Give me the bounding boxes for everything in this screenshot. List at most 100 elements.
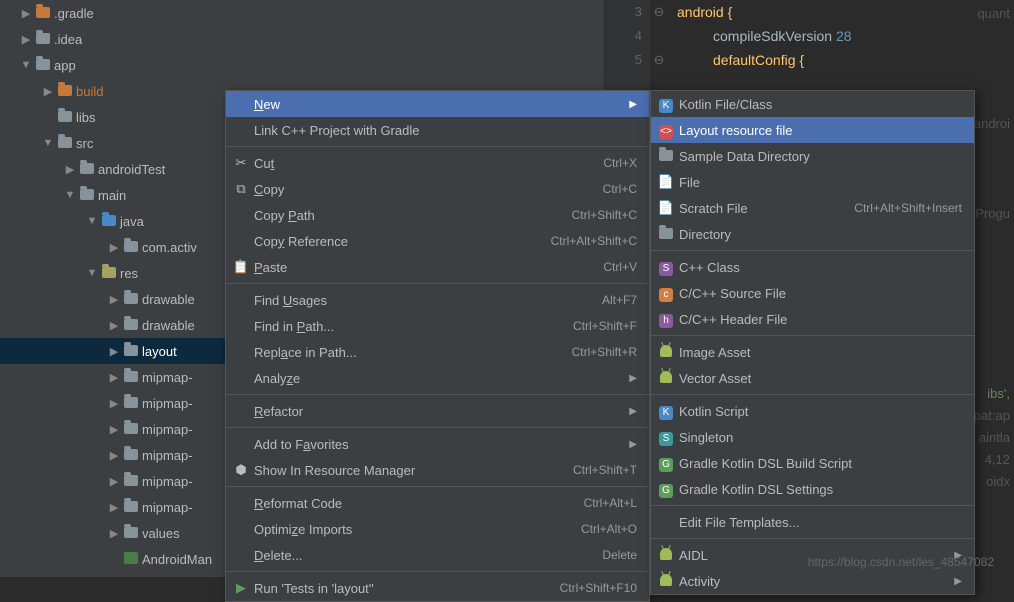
menu-separator [651,505,974,506]
menu-paste[interactable]: 📋PasteCtrl+V [226,254,649,280]
submenu-arrow-icon: ▶ [629,406,637,417]
context-menu[interactable]: New▶ Link C++ Project with Gradle ✂CutCt… [225,90,650,602]
menu-delete[interactable]: Delete...Delete [226,542,649,568]
submenu-file[interactable]: 📄File [651,169,974,195]
tree-label: build [76,84,103,99]
submenu-cpp-header[interactable]: hC/C++ Header File [651,306,974,332]
menu-label: Image Asset [679,345,751,360]
menu-refactor[interactable]: Refactor▶ [226,398,649,424]
tree-item-idea[interactable]: ▶.idea [0,26,604,52]
submenu-directory[interactable]: Directory [651,221,974,247]
menu-optimize-imports[interactable]: Optimize Imports Ctrl+Alt+O [226,516,649,542]
watermark: https://blog.csdn.net/les_48547082 [808,555,994,569]
menu-label: New [254,97,280,112]
tree-item-gradle[interactable]: ▶.gradle [0,0,604,26]
cpp-source-icon: c [657,285,675,302]
menu-copy[interactable]: ⧉CopyCtrl+C [226,176,649,202]
menu-label: Paste [254,260,287,275]
menu-label: Sample Data Directory [679,149,810,164]
submenu-vector-asset[interactable]: Vector Asset [651,365,974,391]
menu-label: Find in Path... [254,319,334,334]
code-ghost: pat:ap [974,408,1010,423]
scratch-icon: 📄 [657,200,675,216]
code-ghost: 4,12 [985,452,1010,467]
tree-item-app[interactable]: ▼app [0,52,604,78]
code-content[interactable]: android { compileSdkVersion 28 defaultCo… [677,0,1014,72]
shortcut: Ctrl+Shift+C [572,208,637,222]
menu-label: Add to Favorites [254,437,349,452]
tree-label: app [54,58,76,73]
menu-separator [226,427,649,428]
shortcut: Ctrl+C [603,182,637,196]
fold-icon[interactable]: ⊖ [650,48,668,72]
menu-show-resource-manager[interactable]: ⬢Show In Resource ManagerCtrl+Shift+T [226,457,649,483]
tree-label: mipmap- [142,422,193,437]
shortcut: Ctrl+Alt+O [581,522,637,536]
new-submenu[interactable]: KKotlin File/Class <>Layout resource fil… [650,90,975,595]
submenu-layout-resource[interactable]: <>Layout resource file [651,117,974,143]
submenu-edit-file-templates[interactable]: Edit File Templates... [651,509,974,535]
tree-label: mipmap- [142,448,193,463]
menu-separator [226,283,649,284]
submenu-activity[interactable]: Activity ▶ [651,568,974,594]
shortcut: Ctrl+Alt+L [584,496,637,510]
menu-label: Activity [679,574,720,589]
menu-reformat-code[interactable]: Reformat CodeCtrl+Alt+L [226,490,649,516]
menu-separator [651,394,974,395]
menu-label: Link C++ Project with Gradle [254,123,419,138]
code-ghost: aintla [979,430,1010,445]
android-icon [657,345,675,360]
menu-separator [226,571,649,572]
fold-icon[interactable]: ⊖ [650,0,668,24]
cut-icon: ✂ [232,155,250,171]
submenu-gradle-build[interactable]: GGradle Kotlin DSL Build Script [651,450,974,476]
submenu-sample-data[interactable]: Sample Data Directory [651,143,974,169]
code-ghost: ibs', [987,386,1010,401]
submenu-cpp-source[interactable]: cC/C++ Source File [651,280,974,306]
menu-cut[interactable]: ✂CutCtrl+X [226,150,649,176]
menu-label: Optimize Imports [254,522,352,537]
submenu-kotlin-script[interactable]: KKotlin Script [651,398,974,424]
submenu-singleton[interactable]: SSingleton [651,424,974,450]
menu-run-tests[interactable]: ▶Run 'Tests in 'layout''Ctrl+Shift+F10 [226,575,649,601]
menu-copy-path[interactable]: Copy PathCtrl+Shift+C [226,202,649,228]
shortcut: Delete [602,548,637,562]
menu-find-in-path[interactable]: Find in Path... Ctrl+Shift+F [226,313,649,339]
menu-label: Kotlin Script [679,404,748,419]
menu-add-to-favorites[interactable]: Add to Favorites ▶ [226,431,649,457]
cpp-class-icon: S [657,259,675,276]
submenu-scratch-file[interactable]: 📄 Scratch File Ctrl+Alt+Shift+Insert [651,195,974,221]
tree-label: values [142,526,180,541]
android-icon [657,574,675,589]
submenu-arrow-icon: ▶ [629,439,637,450]
cpp-header-icon: h [657,311,675,328]
menu-label: Layout resource file [679,123,792,138]
menu-new[interactable]: New▶ [226,91,649,117]
menu-copy-reference[interactable]: Copy ReferenceCtrl+Alt+Shift+C [226,228,649,254]
folder-icon [657,149,675,164]
menu-label: AIDL [679,548,708,563]
menu-replace-in-path[interactable]: Replace in Path...Ctrl+Shift+R [226,339,649,365]
tree-label: drawable [142,292,195,307]
menu-label: Vector Asset [679,371,751,386]
menu-label: Analyze [254,371,300,386]
menu-analyze[interactable]: Analyze▶ [226,365,649,391]
submenu-arrow-icon: ▶ [954,576,962,587]
shortcut: Ctrl+Shift+F [573,319,637,333]
menu-label: Scratch File [679,201,748,216]
menu-label: Replace in Path... [254,345,357,360]
submenu-cpp-class[interactable]: SC++ Class [651,254,974,280]
submenu-image-asset[interactable]: Image Asset [651,339,974,365]
tree-label: mipmap- [142,396,193,411]
menu-find-usages[interactable]: Find UsagesAlt+F7 [226,287,649,313]
menu-label: Copy [254,182,284,197]
submenu-kotlin-file[interactable]: KKotlin File/Class [651,91,974,117]
code-ghost: oidx [986,474,1010,489]
menu-link-cpp[interactable]: Link C++ Project with Gradle [226,117,649,143]
tree-label: mipmap- [142,500,193,515]
android-icon [657,371,675,386]
menu-label: Find Usages [254,293,327,308]
shortcut: Ctrl+Alt+Shift+Insert [854,201,962,215]
submenu-gradle-settings[interactable]: GGradle Kotlin DSL Settings [651,476,974,502]
tree-label: libs [76,110,96,125]
